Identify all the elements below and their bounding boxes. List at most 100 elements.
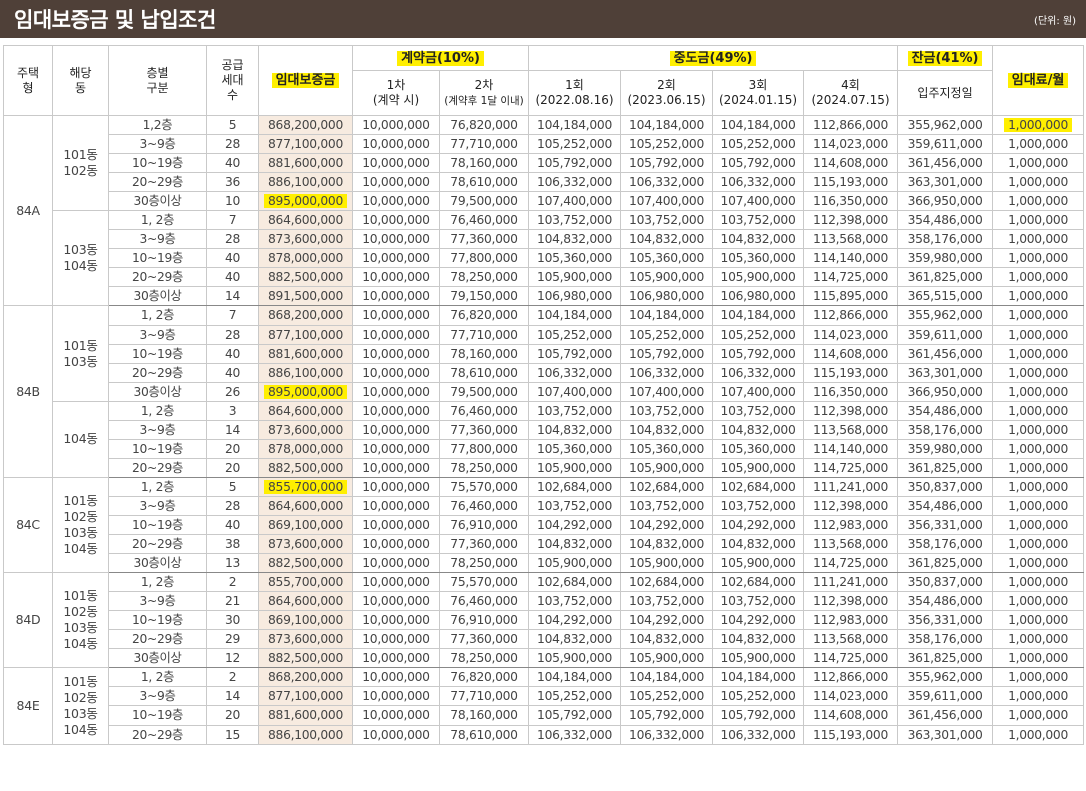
deposit-cell: 882,500,000 bbox=[258, 267, 353, 288]
m4-cell: 112,398,000 bbox=[803, 495, 899, 516]
rent-cell: 1,000,000 bbox=[992, 591, 1085, 612]
supply-cell: 29 bbox=[206, 629, 259, 650]
header-rent: 임대료/월 bbox=[992, 45, 1085, 116]
header-m4: 4회 (2024.07.15) bbox=[803, 70, 899, 116]
header-c1-label: 1차 bbox=[386, 78, 406, 92]
deposit-cell: 891,500,000 bbox=[258, 286, 353, 307]
bal-cell: 355,962,000 bbox=[897, 667, 994, 688]
supply-cell: 40 bbox=[206, 362, 259, 383]
floor-cell: 1, 2층 bbox=[108, 476, 207, 497]
m3-cell: 104,832,000 bbox=[712, 534, 805, 555]
m1-cell: 104,184,000 bbox=[528, 114, 622, 136]
m2-cell: 104,184,000 bbox=[620, 667, 714, 688]
dong-cell: 103동 104동 bbox=[52, 210, 109, 307]
m1-cell: 105,900,000 bbox=[528, 648, 622, 669]
m3-cell: 105,792,000 bbox=[712, 705, 805, 726]
dong-cell: 104동 bbox=[52, 400, 109, 478]
table-row: 84E 101동 102동 103동 104동 1, 2층 2 868,200,000 1… bbox=[3, 667, 1085, 745]
floor-cell: 10~19층 bbox=[108, 248, 207, 269]
bal-cell: 354,486,000 bbox=[897, 591, 994, 612]
m4-cell: 114,725,000 bbox=[803, 553, 899, 574]
c2-cell: 78,610,000 bbox=[438, 172, 530, 193]
rent-cell: 1,000,000 bbox=[992, 362, 1085, 383]
c2-cell: 78,250,000 bbox=[438, 648, 530, 669]
floor-cell: 20~29층 bbox=[108, 172, 207, 193]
type-cell: 84D bbox=[3, 572, 53, 669]
deposit-cell: 886,100,000 bbox=[258, 172, 353, 193]
table-row: 10~19층 40 881,600,000 10,000,000 78,160,000 1… bbox=[4, 343, 1085, 364]
m1-cell: 105,360,000 bbox=[528, 438, 622, 459]
rent-cell: 1,000,000 bbox=[992, 534, 1085, 555]
m1-cell: 103,752,000 bbox=[528, 591, 622, 612]
supply-cell: 38 bbox=[206, 534, 259, 555]
highlighted-value: 895,000,000 bbox=[264, 384, 347, 399]
highlighted-value: 855,700,000 bbox=[264, 479, 347, 494]
supply-cell: 40 bbox=[206, 153, 259, 174]
supply-cell: 2 bbox=[206, 572, 259, 593]
bal-cell: 361,456,000 bbox=[897, 153, 994, 174]
m3-cell: 105,900,000 bbox=[712, 457, 805, 478]
supply-cell: 40 bbox=[206, 343, 259, 364]
table-header: 주택형 해당동 층별구분 공급세대수 임대보증금 계약금(10%) 중도금(49… bbox=[3, 45, 1085, 116]
deposit-cell: 877,100,000 bbox=[258, 324, 353, 345]
header-m3-date: (2024.01.15) bbox=[718, 93, 798, 107]
dong-cell: 101동 102동 bbox=[52, 114, 109, 212]
supply-cell: 12 bbox=[206, 648, 259, 669]
header-supply: 공급세대수 bbox=[206, 45, 259, 116]
floor-cell: 30층이상 bbox=[108, 553, 207, 574]
c1-cell: 10,000,000 bbox=[352, 362, 440, 383]
m2-cell: 105,792,000 bbox=[620, 153, 714, 174]
m4-cell: 114,608,000 bbox=[803, 705, 899, 726]
m3-cell: 104,832,000 bbox=[712, 419, 805, 440]
header-c1-sub: (계약 시) bbox=[372, 93, 420, 107]
type-cell: 84C bbox=[3, 476, 53, 574]
bal-cell: 356,331,000 bbox=[897, 610, 994, 631]
header-deposit: 임대보증금 bbox=[258, 45, 353, 116]
c1-cell: 10,000,000 bbox=[352, 419, 440, 440]
c1-cell: 10,000,000 bbox=[352, 267, 440, 288]
deposit-cell: 873,600,000 bbox=[258, 419, 353, 440]
c2-cell: 76,910,000 bbox=[438, 514, 530, 536]
c1-cell: 10,000,000 bbox=[352, 534, 440, 555]
m2-cell: 104,832,000 bbox=[620, 229, 714, 250]
c2-cell: 76,820,000 bbox=[438, 305, 530, 326]
deposit-cell: 877,100,000 bbox=[258, 134, 353, 155]
m3-cell: 103,752,000 bbox=[712, 591, 805, 612]
bal-cell: 358,176,000 bbox=[897, 229, 994, 250]
header-contract-group: 계약금(10%) bbox=[351, 45, 530, 71]
c1-cell: 10,000,000 bbox=[352, 134, 440, 155]
floor-cell: 20~29층 bbox=[108, 362, 207, 383]
table-row: 20~29층 29 873,600,000 10,000,000 77,360,000 1… bbox=[4, 629, 1085, 650]
bal-cell: 359,611,000 bbox=[897, 686, 994, 707]
table-row: 84D 101동 102동 103동 104동 1, 2층 2 855,700,000 1… bbox=[3, 572, 1085, 669]
deposit-cell: 873,600,000 bbox=[258, 629, 353, 650]
m2-cell: 106,332,000 bbox=[620, 724, 714, 745]
deposit-cell: 878,000,000 bbox=[258, 438, 353, 459]
deposit-cell: 877,100,000 bbox=[258, 686, 353, 707]
table-row: 3~9층 28 873,600,000 10,000,000 77,360,000 104… bbox=[4, 229, 1085, 250]
highlighted-value: 1,000,000 bbox=[1004, 118, 1072, 133]
m1-cell: 103,752,000 bbox=[528, 400, 622, 421]
m2-cell: 104,832,000 bbox=[620, 534, 714, 555]
floor-cell: 10~19층 bbox=[108, 343, 207, 364]
m4-cell: 115,895,000 bbox=[803, 286, 899, 307]
m3-cell: 107,400,000 bbox=[712, 191, 805, 212]
deposit-cell: 855,700,000 bbox=[258, 476, 353, 497]
deposit-cell: 873,600,000 bbox=[258, 534, 353, 555]
header-balance-group: 잔금(41%) bbox=[897, 45, 994, 71]
c1-cell: 10,000,000 bbox=[352, 343, 440, 364]
m2-cell: 105,900,000 bbox=[620, 267, 714, 288]
rent-cell: 1,000,000 bbox=[992, 438, 1085, 459]
table-row: 20~29층 20 882,500,000 10,000,000 78,250,000 1… bbox=[4, 457, 1085, 478]
header-mid-group: 중도금(49%) bbox=[528, 45, 899, 71]
header-floor-label: 층별구분 bbox=[146, 65, 169, 95]
m4-cell: 111,241,000 bbox=[803, 572, 899, 593]
c1-cell: 10,000,000 bbox=[352, 381, 440, 402]
m1-cell: 105,900,000 bbox=[528, 457, 622, 478]
m3-cell: 105,360,000 bbox=[712, 248, 805, 269]
m4-cell: 112,398,000 bbox=[803, 400, 899, 421]
header-balance: 입주지정일 bbox=[897, 70, 994, 116]
table-row: 3~9층 28 864,600,000 10,000,000 76,460,000 103… bbox=[4, 495, 1085, 516]
header-balance-sub: 입주지정일 bbox=[917, 85, 973, 100]
m4-cell: 116,350,000 bbox=[803, 191, 899, 212]
